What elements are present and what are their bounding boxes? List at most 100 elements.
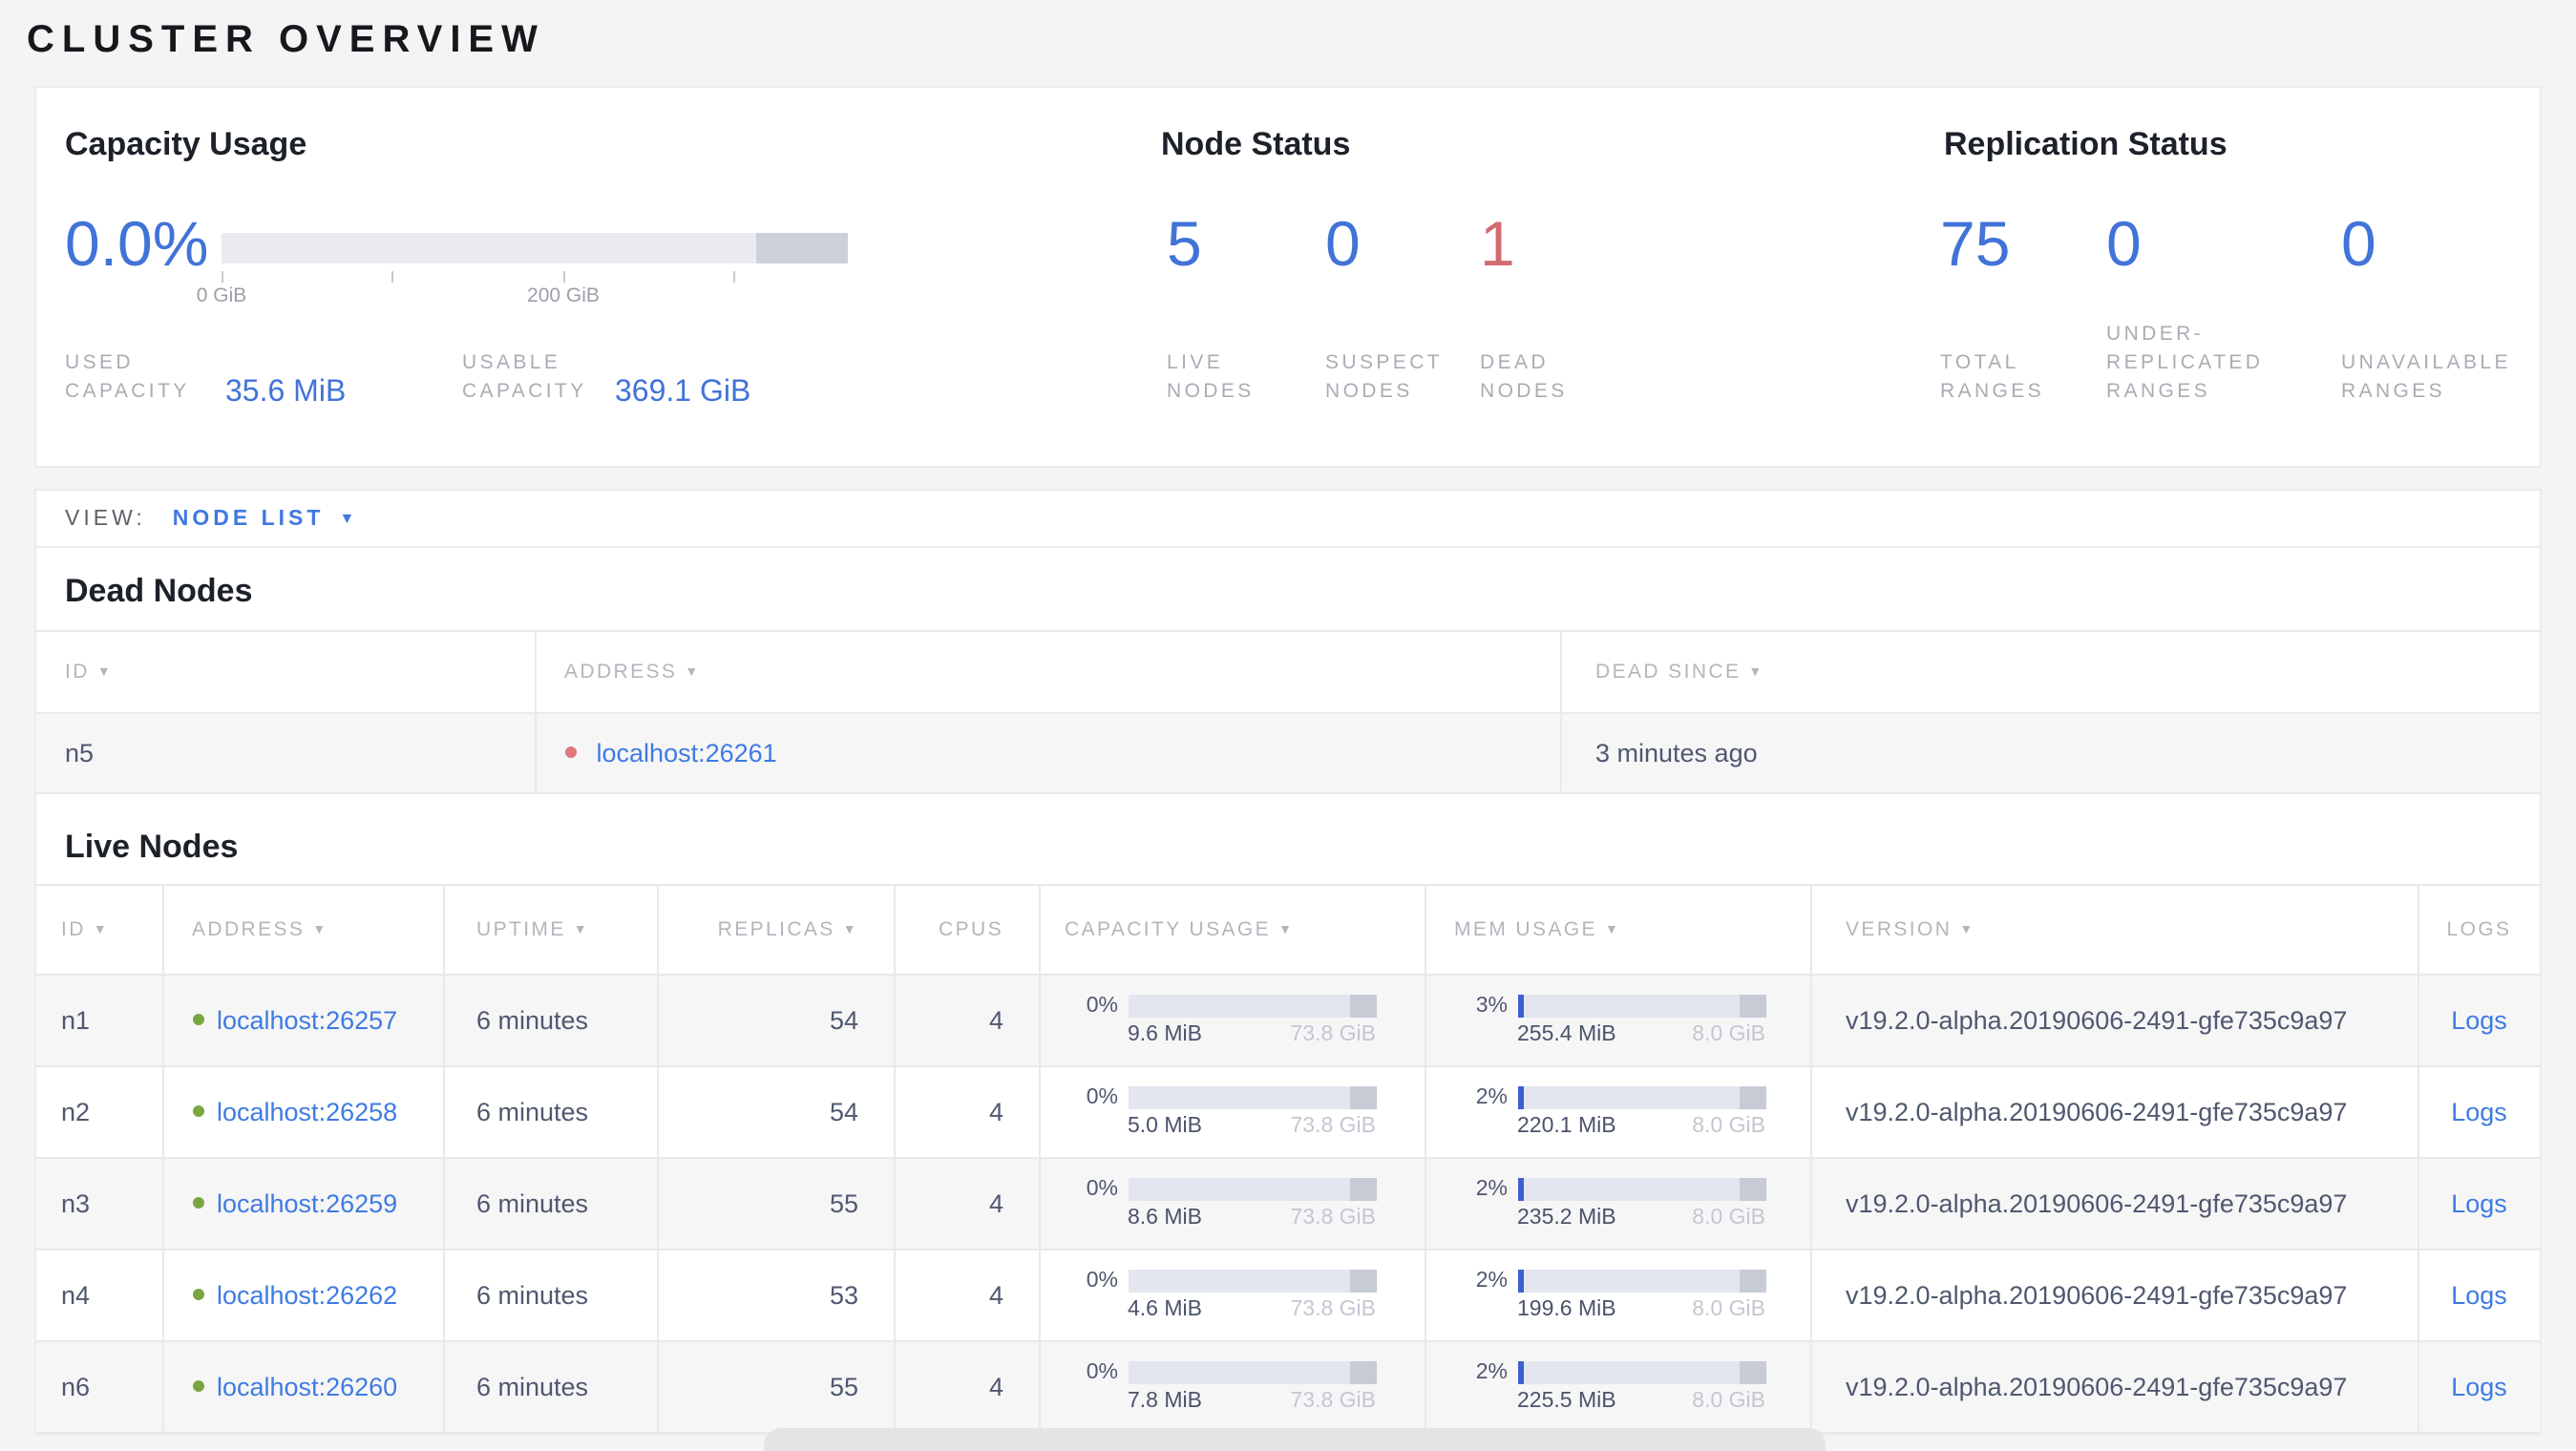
column-header-uptime[interactable]: UPTIME ▼ (442, 884, 657, 976)
mem-usage-cell: 2% 235.2 MiB 8.0 GiB (1424, 1158, 1810, 1251)
node-id-cell: n6 (36, 1341, 162, 1434)
column-header-id[interactable]: ID ▼ (36, 884, 162, 976)
version-cell: v19.2.0-alpha.20190606-2491-gfe735c9a97 (1809, 1158, 2418, 1251)
column-header-dead-since[interactable]: DEAD SINCE ▼ (1559, 630, 2540, 714)
sort-desc-icon: ▼ (842, 924, 858, 937)
replication-status-title: Replication Status (1944, 126, 2228, 162)
column-header-address[interactable]: ADDRESS ▼ (534, 630, 1560, 714)
node-status-title: Node Status (1161, 126, 1351, 162)
axis-tick (391, 271, 393, 283)
dead-since-cell: 3 minutes ago (1559, 713, 2540, 794)
sort-desc-icon: ▼ (312, 924, 328, 937)
uptime-cell: 6 minutes (442, 1066, 657, 1159)
node-address-link[interactable]: localhost:26259 (217, 1189, 397, 1218)
node-address-cell: localhost:26260 (161, 1341, 443, 1434)
node-id-cell: n2 (36, 1066, 162, 1159)
suspect-nodes-label: SUSPECT NODES (1325, 351, 1443, 403)
uptime-cell: 6 minutes (442, 1341, 657, 1434)
capacity-usage-cell: 0% 7.8 MiB 73.8 GiB (1038, 1341, 1425, 1434)
node-address-cell: localhost:26258 (161, 1066, 443, 1159)
live-nodes-table: ID ▼ ADDRESS ▼ UPTIME ▼ REPLICAS ▼ CPUS CAPA… (36, 884, 2540, 1434)
logs-cell: Logs (2417, 1341, 2540, 1434)
capacity-mini-bar (1128, 1270, 1376, 1293)
axis-tick (733, 271, 735, 283)
mem-usage-cell: 2% 199.6 MiB 8.0 GiB (1424, 1250, 1810, 1342)
under-replicated-ranges-count: 0 (2106, 208, 2142, 279)
capacity-mini-bar (1128, 995, 1376, 1018)
live-status-dot-icon (192, 1105, 203, 1117)
cpus-cell: 4 (893, 1341, 1039, 1434)
dead-nodes-label: DEAD NODES (1480, 351, 1568, 403)
sort-desc-icon: ▼ (573, 924, 590, 937)
live-nodes-count: 5 (1167, 208, 1202, 279)
capacity-usage-title: Capacity Usage (65, 126, 307, 162)
capacity-used-percent: 0.0% (65, 208, 209, 279)
sort-desc-icon: ▼ (1278, 924, 1295, 937)
node-address-link[interactable]: localhost:26260 (217, 1373, 397, 1401)
sort-desc-icon: ▼ (1748, 666, 1764, 680)
live-node-row: n2 localhost:26258 6 minutes 54 4 0% 5.0… (36, 1066, 2540, 1159)
replicas-cell: 54 (656, 1066, 894, 1159)
version-cell: v19.2.0-alpha.20190606-2491-gfe735c9a97 (1809, 1066, 2418, 1159)
live-node-row: n4 localhost:26262 6 minutes 53 4 0% 4.6… (36, 1250, 2540, 1342)
live-nodes-label: LIVE NODES (1167, 351, 1255, 403)
usable-capacity-label: USABLE CAPACITY (462, 351, 587, 403)
logs-link[interactable]: Logs (2451, 1373, 2507, 1401)
column-header-id[interactable]: ID ▼ (36, 630, 535, 714)
node-id-cell: n1 (36, 975, 162, 1067)
dead-nodes-count: 1 (1480, 208, 1515, 279)
capacity-usage-cell: 0% 9.6 MiB 73.8 GiB (1038, 975, 1425, 1067)
node-address-link[interactable]: localhost:26261 (597, 739, 777, 768)
capacity-mini-bar (1128, 1086, 1376, 1109)
uptime-cell: 6 minutes (442, 975, 657, 1067)
logs-cell: Logs (2417, 975, 2540, 1067)
dead-nodes-table: ID ▼ ADDRESS ▼ DEAD SINCE ▼ n5 localhost:26… (36, 630, 2540, 794)
axis-tick-label: 200 GiB (527, 284, 600, 307)
logs-link[interactable]: Logs (2451, 1098, 2507, 1126)
logs-cell: Logs (2417, 1250, 2540, 1342)
chevron-down-icon: ▼ (339, 510, 359, 527)
uptime-cell: 6 minutes (442, 1158, 657, 1251)
column-header-version[interactable]: VERSION ▼ (1809, 884, 2418, 976)
capacity-usage-cell: 0% 5.0 MiB 73.8 GiB (1038, 1066, 1425, 1159)
column-header-capacity-usage[interactable]: CAPACITY USAGE ▼ (1038, 884, 1425, 976)
sort-desc-icon: ▼ (1604, 924, 1621, 937)
logs-cell: Logs (2417, 1066, 2540, 1159)
node-address-link[interactable]: localhost:26262 (217, 1281, 397, 1310)
cpus-cell: 4 (893, 1158, 1039, 1251)
logs-link[interactable]: Logs (2451, 1281, 2507, 1310)
capacity-usage-bar (222, 233, 848, 263)
axis-tick-label: 0 GiB (196, 284, 247, 307)
logs-link[interactable]: Logs (2451, 1006, 2507, 1035)
mem-usage-cell: 2% 225.5 MiB 8.0 GiB (1424, 1341, 1810, 1434)
mem-mini-bar (1517, 1270, 1765, 1293)
view-label: VIEW: (65, 507, 146, 530)
capacity-bar-reserved-segment (756, 233, 848, 263)
replicas-cell: 55 (656, 1341, 894, 1434)
mem-mini-bar (1517, 995, 1765, 1018)
view-dropdown[interactable]: NODE LIST ▼ (173, 507, 359, 530)
sort-desc-icon: ▼ (96, 666, 114, 680)
sort-desc-icon: ▼ (685, 666, 701, 680)
page-title: CLUSTER OVERVIEW (27, 19, 545, 61)
node-address-link[interactable]: localhost:26258 (217, 1098, 397, 1126)
cpus-cell: 4 (893, 1066, 1039, 1159)
live-status-dot-icon (192, 1380, 203, 1392)
column-header-logs: LOGS (2417, 884, 2540, 976)
node-address-cell: localhost:26261 (534, 713, 1560, 794)
dead-status-dot-icon (564, 747, 576, 758)
column-header-replicas[interactable]: REPLICAS ▼ (656, 884, 894, 976)
node-tables-section: Dead Nodes ID ▼ ADDRESS ▼ DEAD SINCE ▼ n5 l… (36, 548, 2540, 1434)
under-replicated-ranges-label: UNDER- REPLICATED RANGES (2106, 323, 2264, 403)
dead-nodes-heading: Dead Nodes (65, 573, 253, 609)
capacity-mini-bar (1128, 1178, 1376, 1201)
node-id-cell: n5 (36, 713, 535, 794)
column-header-address[interactable]: ADDRESS ▼ (161, 884, 443, 976)
logs-link[interactable]: Logs (2451, 1189, 2507, 1218)
live-node-row: n1 localhost:26257 6 minutes 54 4 0% 9.6… (36, 975, 2540, 1067)
column-header-mem-usage[interactable]: MEM USAGE ▼ (1424, 884, 1810, 976)
suspect-nodes-count: 0 (1325, 208, 1361, 279)
node-address-link[interactable]: localhost:26257 (217, 1006, 397, 1035)
mem-mini-bar (1517, 1178, 1765, 1201)
live-status-dot-icon (192, 1014, 203, 1025)
